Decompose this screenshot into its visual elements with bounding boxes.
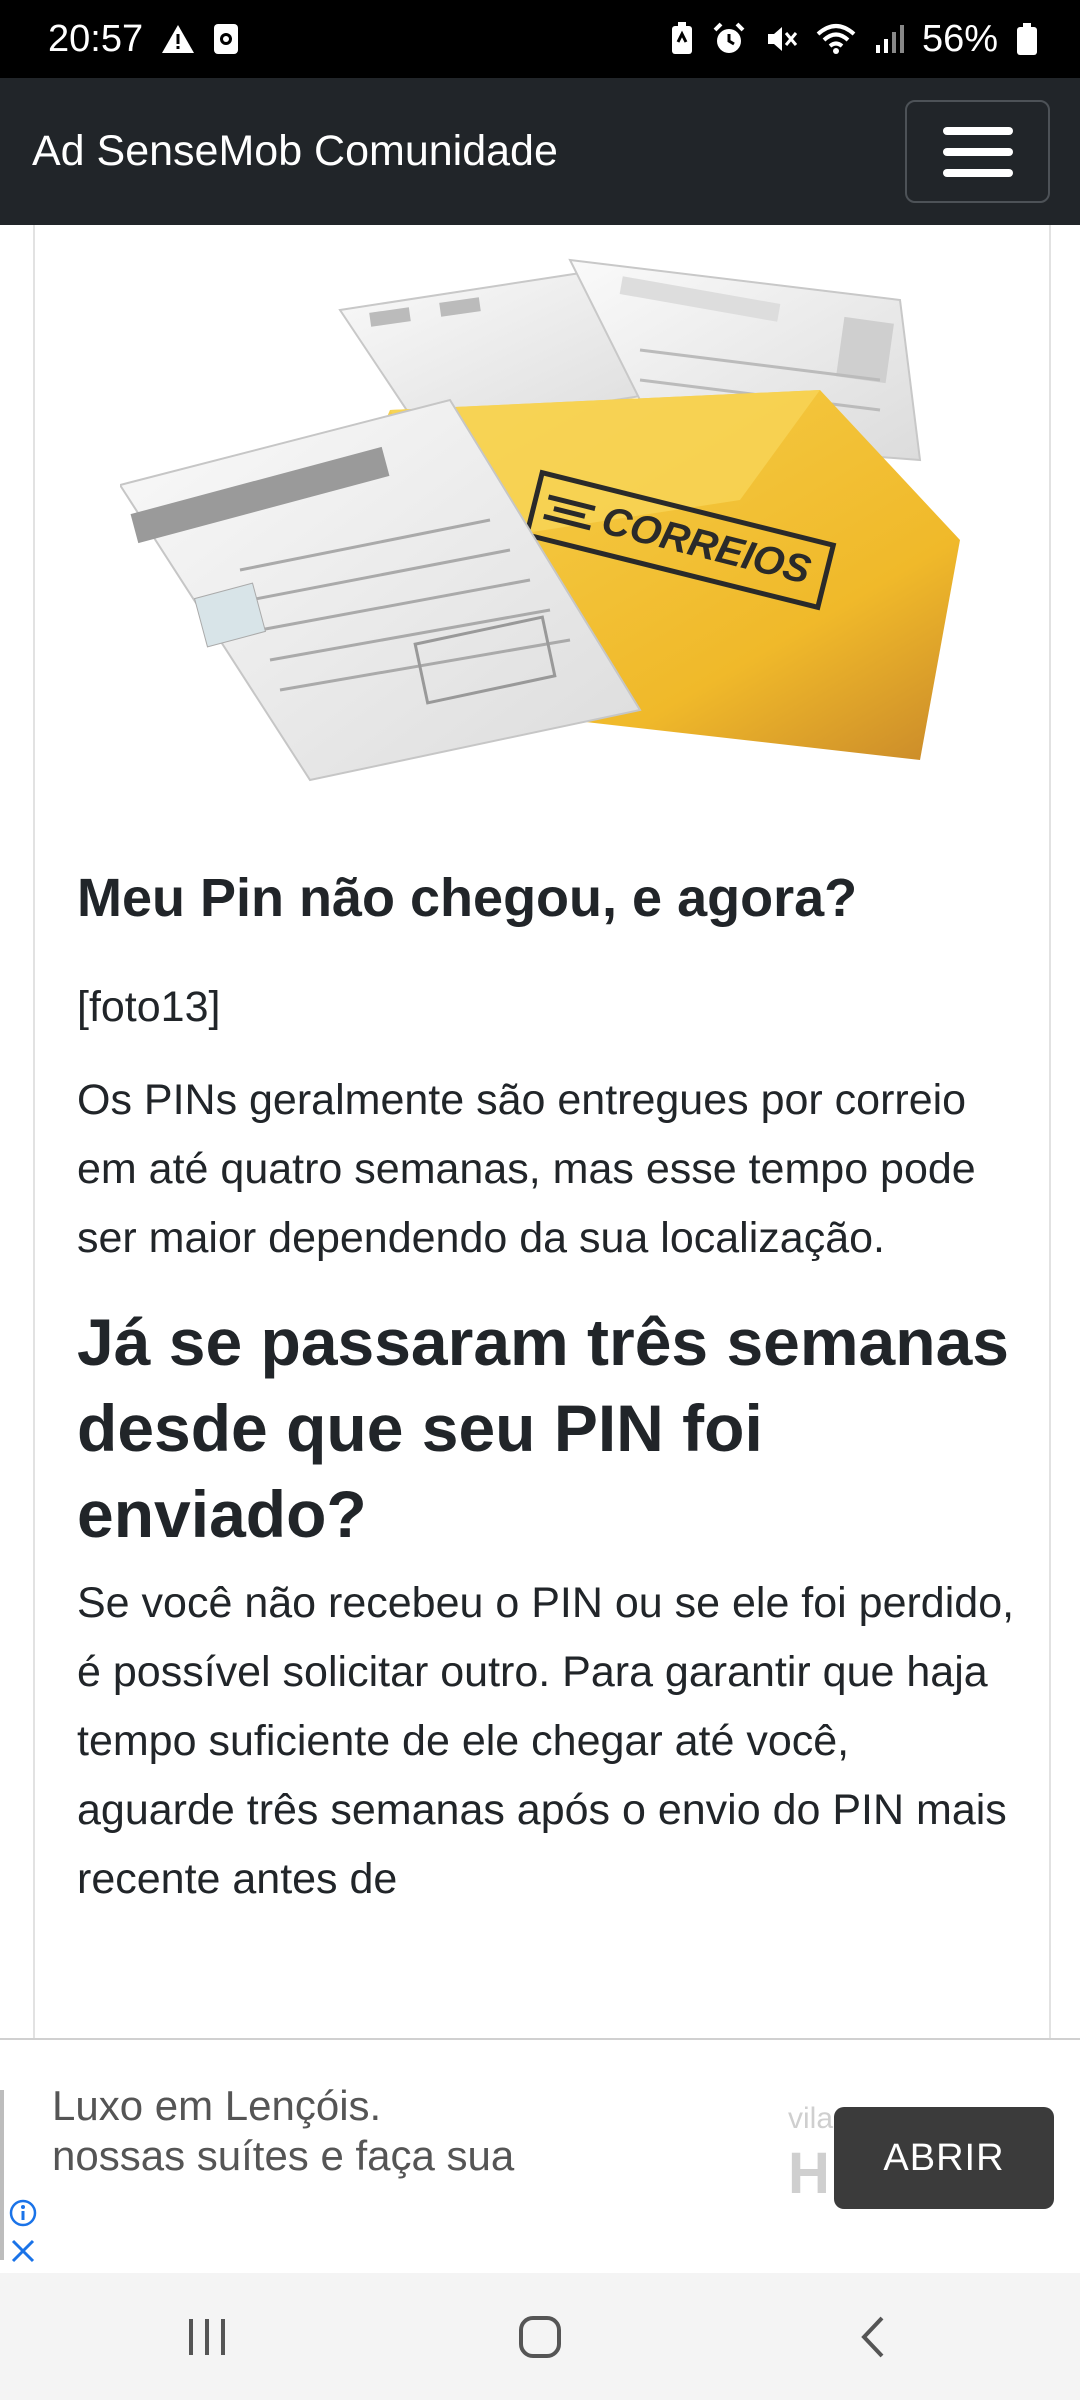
article-paragraph-2: Se você não recebeu o PIN ou se ele foi … — [77, 1578, 1015, 1903]
hamburger-menu-icon — [942, 126, 1013, 177]
status-bar: 20:57 56% — [0, 0, 1080, 78]
image-placeholder-text: [foto13] — [77, 982, 221, 1031]
article-heading: Já se passaram três semanas desde que se… — [77, 1304, 1009, 1551]
brand-link[interactable]: Ad SenseMob Comunidade — [32, 127, 558, 176]
battery-icon — [1016, 22, 1038, 56]
ad-banner[interactable]: Luxo em Lençóis. nossas suítes e faça su… — [0, 2038, 1080, 2273]
back-button[interactable] — [813, 2297, 933, 2377]
battery-percent: 56% — [921, 17, 998, 60]
home-icon — [518, 2315, 561, 2358]
recents-icon — [188, 2318, 225, 2355]
ad-info-icon[interactable] — [8, 2198, 38, 2228]
back-icon — [861, 2316, 884, 2357]
ad-faded-letter: H — [788, 2141, 830, 2206]
recents-button[interactable] — [147, 2297, 267, 2377]
signal-icon — [874, 23, 904, 55]
article-subtitle: Meu Pin não chegou, e agora? — [77, 868, 858, 928]
home-button[interactable] — [480, 2297, 600, 2377]
ad-edge — [0, 2090, 4, 2260]
navbar: Ad SenseMob Comunidade — [0, 78, 1080, 225]
system-navigation-bar — [0, 2273, 1080, 2400]
status-time: 20:57 — [48, 17, 144, 60]
article-paragraph-1: Os PINs geralmente são entregues por cor… — [77, 1075, 976, 1262]
mute-icon — [764, 22, 798, 56]
ad-text-line-2: nossas suítes e faça sua — [52, 2132, 515, 2179]
status-left: 20:57 — [48, 18, 239, 61]
wifi-icon — [816, 22, 856, 56]
notification-icon — [213, 23, 239, 55]
navbar-toggle-button[interactable] — [905, 100, 1050, 203]
battery-saver-icon — [670, 22, 694, 56]
ad-close-icon[interactable] — [8, 2236, 38, 2266]
alarm-icon — [712, 22, 746, 56]
article-card: CORREIOS Meu Pin não chegou, e agora? [f… — [33, 225, 1051, 2045]
ad-open-button[interactable]: ABRIR — [834, 2107, 1054, 2209]
article-hero-image: CORREIOS — [118, 240, 988, 805]
status-right: 56% — [670, 18, 1038, 61]
ad-faded-label: vila — [788, 2102, 834, 2135]
article-body: Meu Pin não chegou, e agora? [foto13] Os… — [77, 865, 1017, 1938]
warning-icon — [161, 23, 195, 55]
ad-text-line-1: Luxo em Lençóis. — [52, 2082, 382, 2129]
